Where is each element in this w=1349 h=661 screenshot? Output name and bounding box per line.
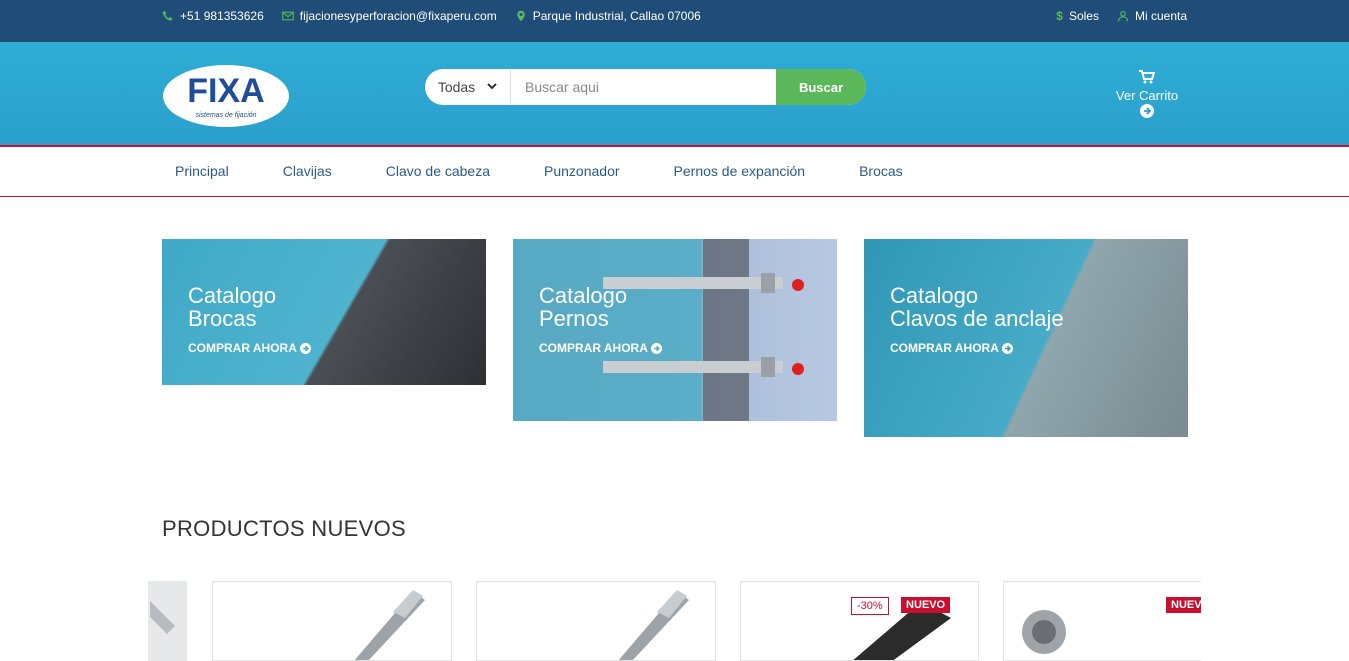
product-card[interactable] [212,581,452,661]
arrow-circle-right-icon [299,342,311,354]
fixa-logo[interactable]: FIXA sistemas de fijación [162,64,290,128]
main-nav: Principal Clavijas Clavo de cabeza Punzo… [0,147,1349,197]
shop-now-link[interactable]: COMPRAR AHORA [539,341,662,355]
account-label: Mi cuenta [1134,9,1187,23]
main-header: FIXA sistemas de fijación Todas Buscar a… [0,42,1349,147]
phone-number: +51 981353626 [180,9,264,23]
address-text: Parque Industrial, Callao 07006 [532,9,701,23]
shop-now-label: COMPRAR AHORA [188,341,297,355]
email-contact[interactable]: fijacionesyperforacion@fixaperu.com [281,9,497,23]
discount-badge: -30% [851,597,889,615]
product-card[interactable] [476,581,716,661]
banner-catalogo-brocas[interactable]: Catalogo Brocas COMPRAR AHORA [162,239,486,385]
banner-title: Catalogo Clavos de anclaje [890,284,1064,330]
arrow-circle-right-icon [650,342,662,354]
currency-label: Soles [1068,9,1099,23]
category-value: Todas [437,79,476,95]
nav-item-clavo-de-cabeza[interactable]: Clavo de cabeza [386,163,490,179]
address-contact: Parque Industrial, Callao 07006 [515,9,701,23]
cart-link[interactable]: Ver Carrito [1108,70,1186,122]
search-bar: Todas Buscar aqui Buscar [425,69,866,105]
cart-label: Ver Carrito [1115,88,1179,103]
carousel-prev-peek[interactable] [148,581,187,661]
phone-contact[interactable]: +51 981353626 [162,9,264,23]
dollar-icon: $ [1056,9,1063,23]
banner-catalogo-clavos[interactable]: Catalogo Clavos de anclaje COMPRAR AHORA [864,239,1188,437]
phone-icon [162,10,173,21]
arrow-circle-right-icon [1001,342,1013,354]
shop-now-link[interactable]: COMPRAR AHORA [188,341,311,355]
nav-item-brocas[interactable]: Brocas [859,163,903,179]
currency-selector[interactable]: $ Soles [1056,9,1099,23]
product-image [618,590,689,660]
new-badge: NUEVO [901,597,951,613]
search-placeholder: Buscar aqui [525,79,599,95]
nav-item-principal[interactable]: Principal [175,163,229,179]
section-title: PRODUCTOS NUEVOS [162,516,406,541]
user-icon [1117,10,1129,22]
banner-title-line1: Catalogo [539,283,628,308]
banner-title-line1: Catalogo [188,283,277,308]
envelope-icon [281,11,294,21]
banner-title: Catalogo Brocas [188,284,276,330]
shop-now-label: COMPRAR AHORA [539,341,648,355]
logo-text: FIXA [187,72,264,110]
top-bar: +51 981353626 fijacionesyperforacion@fix… [0,0,1349,42]
banner-catalogo-pernos[interactable]: Catalogo Pernos COMPRAR AHORA [513,239,837,421]
logo-tagline: sistemas de fijación [195,112,256,119]
shop-now-label: COMPRAR AHORA [890,341,999,355]
banner-title-line2: Clavos de anclaje [890,306,1064,331]
banner-title-line1: Catalogo [890,283,979,308]
shop-now-link[interactable]: COMPRAR AHORA [890,341,1013,355]
product-image [150,601,175,634]
arrow-circle-right-icon [1140,104,1154,118]
map-marker-icon [516,10,525,22]
account-link[interactable]: Mi cuenta [1117,9,1187,23]
product-card-partial[interactable]: NUEVO [1003,581,1201,661]
product-image [354,590,425,660]
chevron-down-icon [487,83,497,90]
product-image [1022,610,1066,654]
shopping-cart-icon [1139,70,1156,84]
category-select[interactable]: Todas [425,69,511,105]
banner-title-line2: Pernos [539,306,609,331]
nav-item-punzonador[interactable]: Punzonador [544,163,620,179]
search-input[interactable]: Buscar aqui [511,69,776,105]
banner-title-line2: Brocas [188,306,257,331]
nav-item-pernos-de-expancion[interactable]: Pernos de expanción [674,163,806,179]
new-badge: NUEVO [1166,597,1201,613]
banner-title: Catalogo Pernos [539,284,627,330]
product-card[interactable]: -30% NUEVO [740,581,979,661]
product-image [853,602,951,660]
email-address: fijacionesyperforacion@fixaperu.com [299,9,497,23]
nav-item-clavijas[interactable]: Clavijas [283,163,332,179]
search-button[interactable]: Buscar [776,69,866,105]
